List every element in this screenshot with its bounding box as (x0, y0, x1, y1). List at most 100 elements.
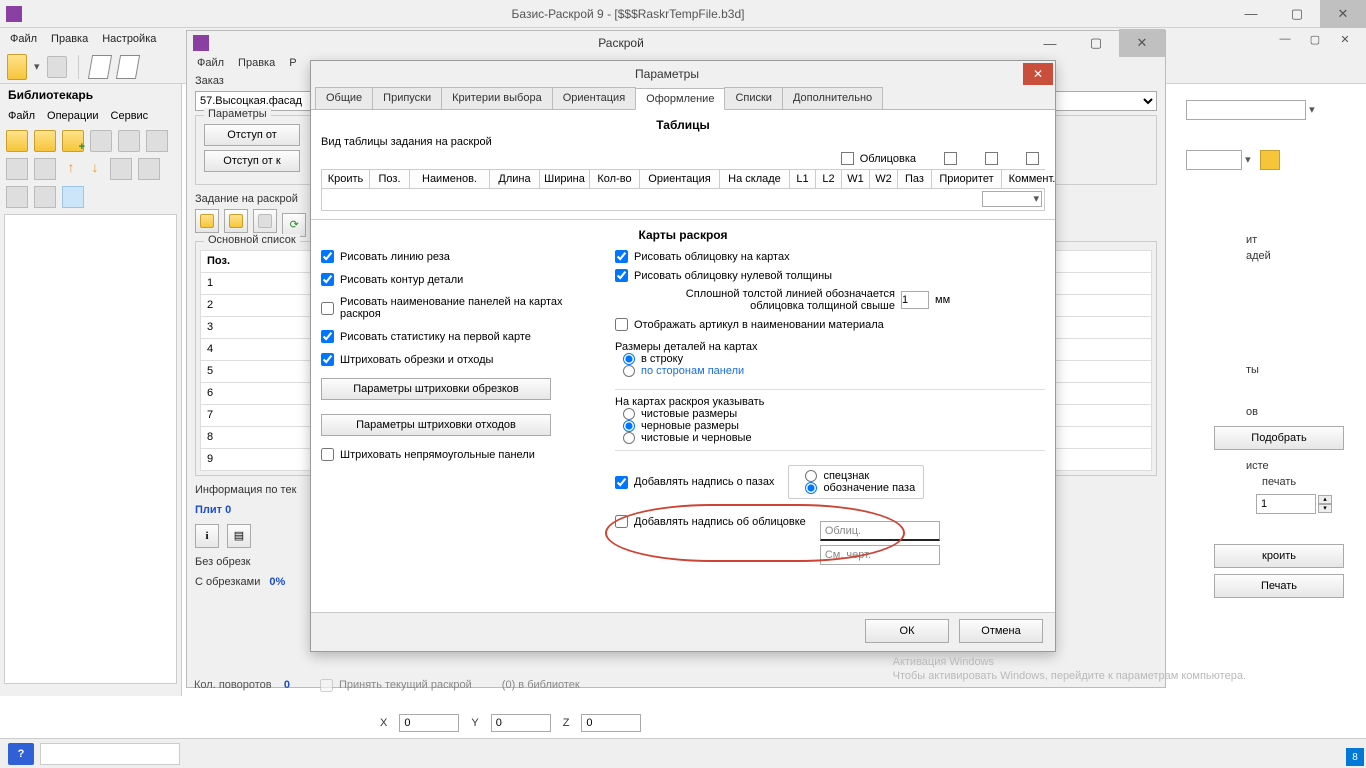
new-doc-icon[interactable] (6, 130, 28, 152)
tab-appearance[interactable]: Оформление (635, 88, 725, 110)
arrow-down-icon[interactable]: ↓ (86, 158, 104, 176)
radio-size-sides[interactable]: по сторонам панели (623, 365, 1039, 377)
menu-file[interactable]: Файл (10, 33, 37, 45)
cancel-button[interactable]: Отмена (959, 619, 1043, 643)
chk-stats[interactable]: Рисовать статистику на первой карте (321, 330, 601, 343)
librarian-tree[interactable] (4, 214, 177, 684)
text-icon[interactable] (6, 158, 28, 180)
measure-icon[interactable] (1260, 150, 1280, 170)
thickness-input[interactable] (901, 291, 929, 309)
chk-paz[interactable]: Добавлять надпись о пазах (615, 476, 774, 489)
ok-button[interactable]: ОК (865, 619, 949, 643)
lib-op2-icon[interactable] (6, 186, 28, 208)
open-dropdown-icon[interactable]: ▾ (34, 60, 40, 73)
search-icon[interactable] (62, 186, 84, 208)
facing-input-1[interactable] (820, 521, 940, 541)
sub-menu-file[interactable]: Файл (197, 57, 224, 69)
chk-contour[interactable]: Рисовать контур детали (321, 273, 601, 286)
radio-size-row[interactable]: в строку (623, 353, 1039, 365)
lib-op1-icon[interactable] (138, 158, 160, 180)
minimize-button[interactable]: — (1228, 0, 1274, 28)
radio-paz-spec[interactable]: спецзнак (805, 470, 915, 482)
spin-up-icon[interactable]: ▴ (1318, 495, 1332, 504)
col-check-2[interactable] (985, 152, 998, 165)
sub-maximize-button[interactable]: ▢ (1073, 29, 1119, 57)
tab-criteria[interactable]: Критерии выбора (441, 87, 553, 109)
sub-close-button[interactable]: ✕ (1119, 29, 1165, 57)
chk-facing-label[interactable]: Добавлять надпись об облицовке (615, 515, 806, 528)
sub-minimize-button[interactable]: — (1027, 29, 1073, 57)
radio-paz-name[interactable]: обозначение паза (805, 482, 915, 494)
folder-icon[interactable] (34, 130, 56, 152)
job-open-icon[interactable] (224, 209, 248, 233)
view-box2-icon[interactable] (117, 56, 139, 78)
job-save-icon[interactable] (253, 209, 277, 233)
sub-menu-edit[interactable]: Правка (238, 57, 275, 69)
chk-facing-maps[interactable]: Рисовать облицовку на картах (615, 250, 1045, 263)
comment-dropdown[interactable] (982, 191, 1042, 207)
chk-nonrect[interactable]: Штриховать непрямоугольные панели (321, 448, 601, 461)
tab-allowances[interactable]: Припуски (372, 87, 442, 109)
menu-settings[interactable]: Настройка (102, 33, 156, 45)
open-icon[interactable] (6, 56, 28, 78)
col-check-1[interactable] (944, 152, 957, 165)
x-input[interactable] (399, 714, 459, 732)
radio-rough[interactable]: черновые размеры (623, 420, 1045, 432)
restore-icon[interactable] (110, 158, 132, 180)
right-dropdown-2[interactable] (1186, 150, 1242, 170)
chk-article[interactable]: Отображать артикул в наименовании матери… (615, 318, 1045, 331)
tab-advanced[interactable]: Дополнительно (782, 87, 883, 109)
lib-op3-icon[interactable] (34, 186, 56, 208)
accept-checkbox[interactable]: Принять текущий раскрой (320, 679, 472, 692)
radio-both[interactable]: чистовые и черновые (623, 432, 1045, 444)
facing-checkbox[interactable]: Облицовка (841, 152, 916, 165)
tab-general[interactable]: Общие (315, 87, 373, 109)
view-box-icon[interactable] (89, 56, 111, 78)
info-i-icon[interactable]: i (195, 524, 219, 548)
help-icon[interactable]: ? (8, 743, 34, 765)
menu-edit[interactable]: Правка (51, 33, 88, 45)
right-dropdown-1[interactable] (1186, 100, 1306, 120)
hatch-waste-button[interactable]: Параметры штриховки отходов (321, 414, 551, 436)
facing-input-2[interactable] (820, 545, 940, 565)
lib-save-icon[interactable] (90, 130, 112, 152)
info-list-icon[interactable]: ▤ (227, 524, 251, 548)
mdi-minimize-button[interactable]: — (1270, 30, 1300, 48)
z-input[interactable] (581, 714, 641, 732)
lib-menu-file[interactable]: Файл (8, 110, 35, 122)
dialog-titlebar[interactable]: Параметры ✕ (311, 61, 1055, 87)
copies-spinner[interactable]: ▴▾ (1256, 494, 1356, 514)
tab-lists[interactable]: Списки (724, 87, 783, 109)
job-new-icon[interactable] (195, 209, 219, 233)
chk-names[interactable]: Рисовать наименование панелей на картах … (321, 296, 601, 320)
hatch-scraps-button[interactable]: Параметры штриховки обрезков (321, 378, 551, 400)
dialog-close-button[interactable]: ✕ (1023, 63, 1053, 85)
print-button[interactable]: Печать (1214, 574, 1344, 598)
lib-menu-service[interactable]: Сервис (111, 110, 149, 122)
save-icon[interactable] (46, 56, 68, 78)
indent-button-2[interactable]: Отступ от к (204, 150, 300, 172)
lib-print-icon[interactable] (118, 130, 140, 152)
col-check-3[interactable] (1026, 152, 1039, 165)
close-button[interactable]: ✕ (1320, 0, 1366, 28)
chk-hatch[interactable]: Штриховать обрезки и отходы (321, 353, 601, 366)
copies-input[interactable] (1256, 494, 1316, 514)
chk-cut-line[interactable]: Рисовать линию реза (321, 250, 601, 263)
grid-blank-row[interactable] (321, 189, 1045, 211)
mdi-close-button[interactable]: ✕ (1330, 30, 1360, 48)
radio-clean[interactable]: чистовые размеры (623, 408, 1045, 420)
arrow-up-icon[interactable]: ↑ (62, 158, 80, 176)
cut-button[interactable]: кроить (1214, 544, 1344, 568)
link-icon[interactable] (146, 130, 168, 152)
y-input[interactable] (491, 714, 551, 732)
maximize-button[interactable]: ▢ (1274, 0, 1320, 28)
sub-menu-r[interactable]: Р (289, 57, 296, 69)
folder-new-icon[interactable] (62, 130, 84, 152)
chk-facing-zero[interactable]: Рисовать облицовку нулевой толщины (615, 269, 1045, 282)
mdi-maximize-button[interactable]: ▢ (1300, 30, 1330, 48)
tab-orientation[interactable]: Ориентация (552, 87, 636, 109)
pick-button[interactable]: Подобрать (1214, 426, 1344, 450)
scissors-icon[interactable] (34, 158, 56, 180)
lib-menu-ops[interactable]: Операции (47, 110, 98, 122)
spin-down-icon[interactable]: ▾ (1318, 504, 1332, 513)
